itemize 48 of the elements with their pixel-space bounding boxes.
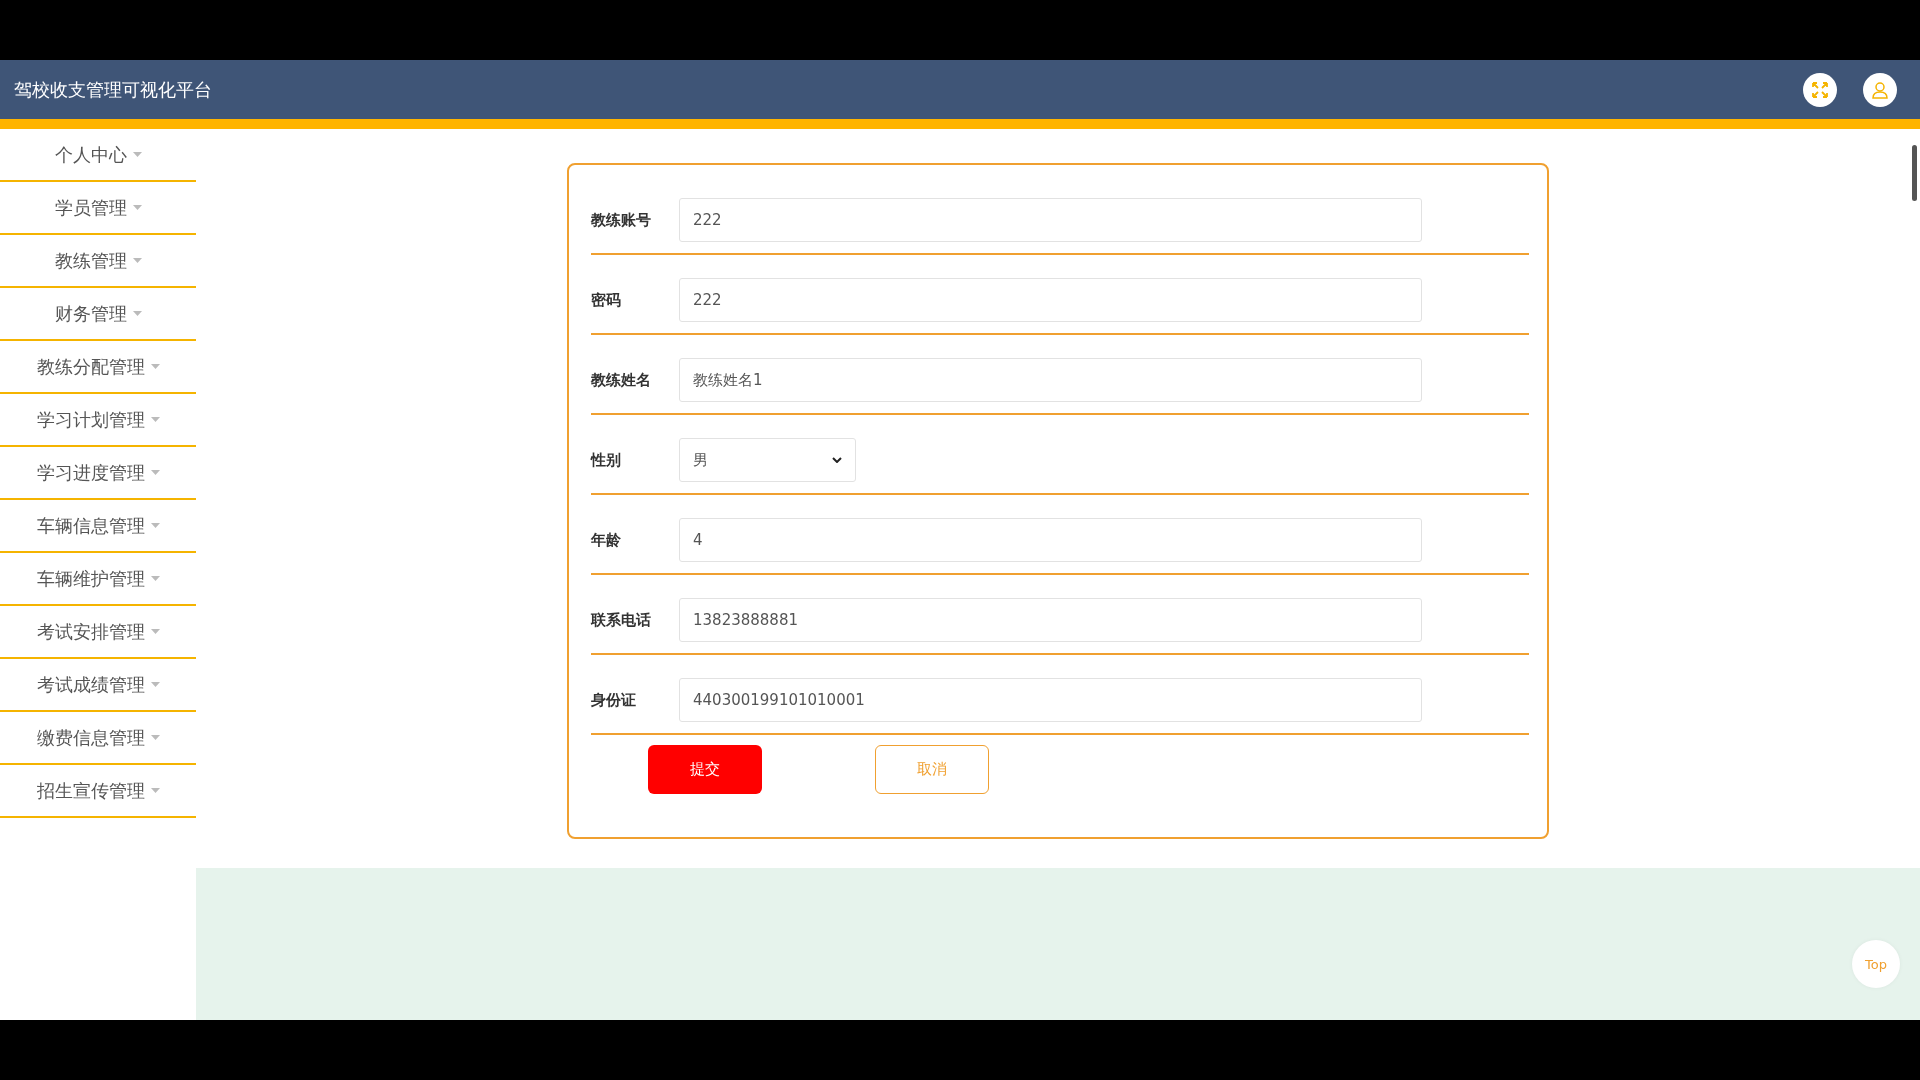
- chevron-down-icon: [832, 457, 842, 463]
- sidebar-item[interactable]: 考试安排管理: [0, 606, 196, 659]
- caret-icon: [132, 152, 142, 157]
- caret-icon: [150, 417, 160, 422]
- field-label: 身份证: [591, 690, 637, 710]
- input-field[interactable]: 440300199101010001: [679, 678, 1422, 722]
- sidebar-item[interactable]: 车辆维护管理: [0, 553, 196, 606]
- sidebar-item[interactable]: 个人中心: [0, 129, 196, 182]
- app-title: 驾校收支管理可视化平台: [14, 77, 213, 102]
- caret-icon: [132, 258, 142, 263]
- input-field[interactable]: 教练姓名1: [679, 358, 1422, 402]
- caret-icon: [150, 788, 160, 793]
- sidebar-item[interactable]: 缴费信息管理: [0, 712, 196, 765]
- fullscreen-button[interactable]: [1803, 72, 1837, 107]
- caret-icon: [132, 311, 142, 316]
- sidebar-item[interactable]: 考试成绩管理: [0, 659, 196, 712]
- sidebar-item[interactable]: 教练分配管理: [0, 341, 196, 394]
- caret-icon: [150, 576, 160, 581]
- caret-icon: [150, 629, 160, 634]
- user-icon: [1871, 80, 1889, 99]
- user-button[interactable]: [1863, 72, 1897, 107]
- caret-icon: [150, 682, 160, 687]
- input-field[interactable]: 222: [679, 278, 1422, 322]
- field-label: 教练账号: [591, 210, 652, 230]
- input-field[interactable]: 4: [679, 518, 1422, 562]
- sidebar-item[interactable]: 教练管理: [0, 235, 196, 288]
- caret-icon: [150, 364, 160, 369]
- input-field[interactable]: 13823888881: [679, 598, 1422, 642]
- sidebar-item[interactable]: 财务管理: [0, 288, 196, 341]
- input-field[interactable]: 222: [679, 198, 1422, 242]
- sidebar-item[interactable]: 学习计划管理: [0, 394, 196, 447]
- expand-arrows-icon: [1811, 80, 1829, 99]
- field-label: 年龄: [591, 530, 622, 550]
- caret-icon: [132, 205, 142, 210]
- caret-icon: [150, 470, 160, 475]
- caret-icon: [150, 523, 160, 528]
- scrollbar-thumb[interactable]: [1912, 145, 1917, 201]
- submit-button[interactable]: 提交: [648, 745, 762, 794]
- sidebar-item[interactable]: 学员管理: [0, 182, 196, 235]
- field-label: 性别: [591, 450, 622, 470]
- sidebar-item[interactable]: 招生宣传管理: [0, 765, 196, 818]
- field-label: 联系电话: [591, 610, 652, 630]
- field-label: 教练姓名: [591, 370, 652, 390]
- caret-icon: [150, 735, 160, 740]
- sidebar-item[interactable]: 车辆信息管理: [0, 500, 196, 553]
- field-label: 密码: [591, 290, 622, 310]
- sidebar-item[interactable]: 学习进度管理: [0, 447, 196, 500]
- select-field[interactable]: 男: [679, 438, 856, 482]
